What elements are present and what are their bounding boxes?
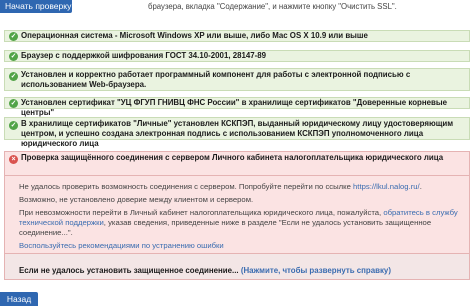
check-component-text: Установлен и корректно работает программ… <box>21 70 411 89</box>
recommendations-link[interactable]: Воспользуйтесь рекомендациями по устране… <box>19 241 224 250</box>
error-details: Не удалось проверить возможность соедине… <box>4 176 470 254</box>
check-os: ✓ Операционная система - Microsoft Windo… <box>4 30 470 42</box>
check-icon: ✓ <box>9 32 18 41</box>
lkul-link[interactable]: https://lkul.nalog.ru/ <box>353 182 420 191</box>
check-component: ✓ Установлен и корректно работает програ… <box>4 68 470 91</box>
check-icon: ✓ <box>9 52 18 61</box>
expand-help-link[interactable]: (Нажмите, чтобы развернуть справку) <box>241 266 391 275</box>
error-detail-3: При невозможности перейти в Личный кабин… <box>19 208 459 238</box>
error-detail-1-text: Не удалось проверить возможность соедине… <box>19 182 351 191</box>
check-personal-cert: ✓ В хранилище сертификатов "Личные" уста… <box>4 117 470 148</box>
help-footer: Если не удалось установить защищенное со… <box>4 254 470 280</box>
start-check-button[interactable]: Начать проверку <box>0 0 72 13</box>
error-detail-3-text: При невозможности перейти в Личный кабин… <box>19 208 382 217</box>
check-os-text: Операционная система - Microsoft Windows… <box>21 31 368 40</box>
help-footer-text: Если не удалось установить защищенное со… <box>19 266 239 275</box>
error-detail-4: Воспользуйтесь рекомендациями по устране… <box>19 241 459 251</box>
error-detail-1-end: . <box>419 182 422 191</box>
check-personal-cert-text: В хранилище сертификатов "Личные" устано… <box>21 119 454 148</box>
error-detail-2: Возможно, не установлено доверие между к… <box>19 195 254 204</box>
check-connection-text: Проверка защищённого соединения с сервер… <box>21 153 444 162</box>
back-button[interactable]: Назад <box>0 292 38 306</box>
check-icon: ✓ <box>9 72 18 81</box>
check-certificate-text: Установлен сертификат "УЦ ФГУП ГНИВЦ ФНС… <box>21 98 447 117</box>
error-detail-1: Не удалось проверить возможность соедине… <box>19 182 459 192</box>
top-note: браузера, вкладка "Содержание", и нажмит… <box>148 2 397 11</box>
check-browser: ✓ Браузер с поддержкой шифрования ГОСТ 3… <box>4 50 470 62</box>
check-icon: ✓ <box>9 121 18 130</box>
check-icon: ✓ <box>9 99 18 108</box>
check-connection-error: × Проверка защищённого соединения с серв… <box>4 151 470 176</box>
error-icon: × <box>9 155 18 164</box>
check-browser-text: Браузер с поддержкой шифрования ГОСТ 34.… <box>21 51 267 60</box>
top-bar: Начать проверку браузера, вкладка "Содер… <box>0 0 474 22</box>
check-certificate: ✓ Установлен сертификат "УЦ ФГУП ГНИВЦ Ф… <box>4 97 470 117</box>
